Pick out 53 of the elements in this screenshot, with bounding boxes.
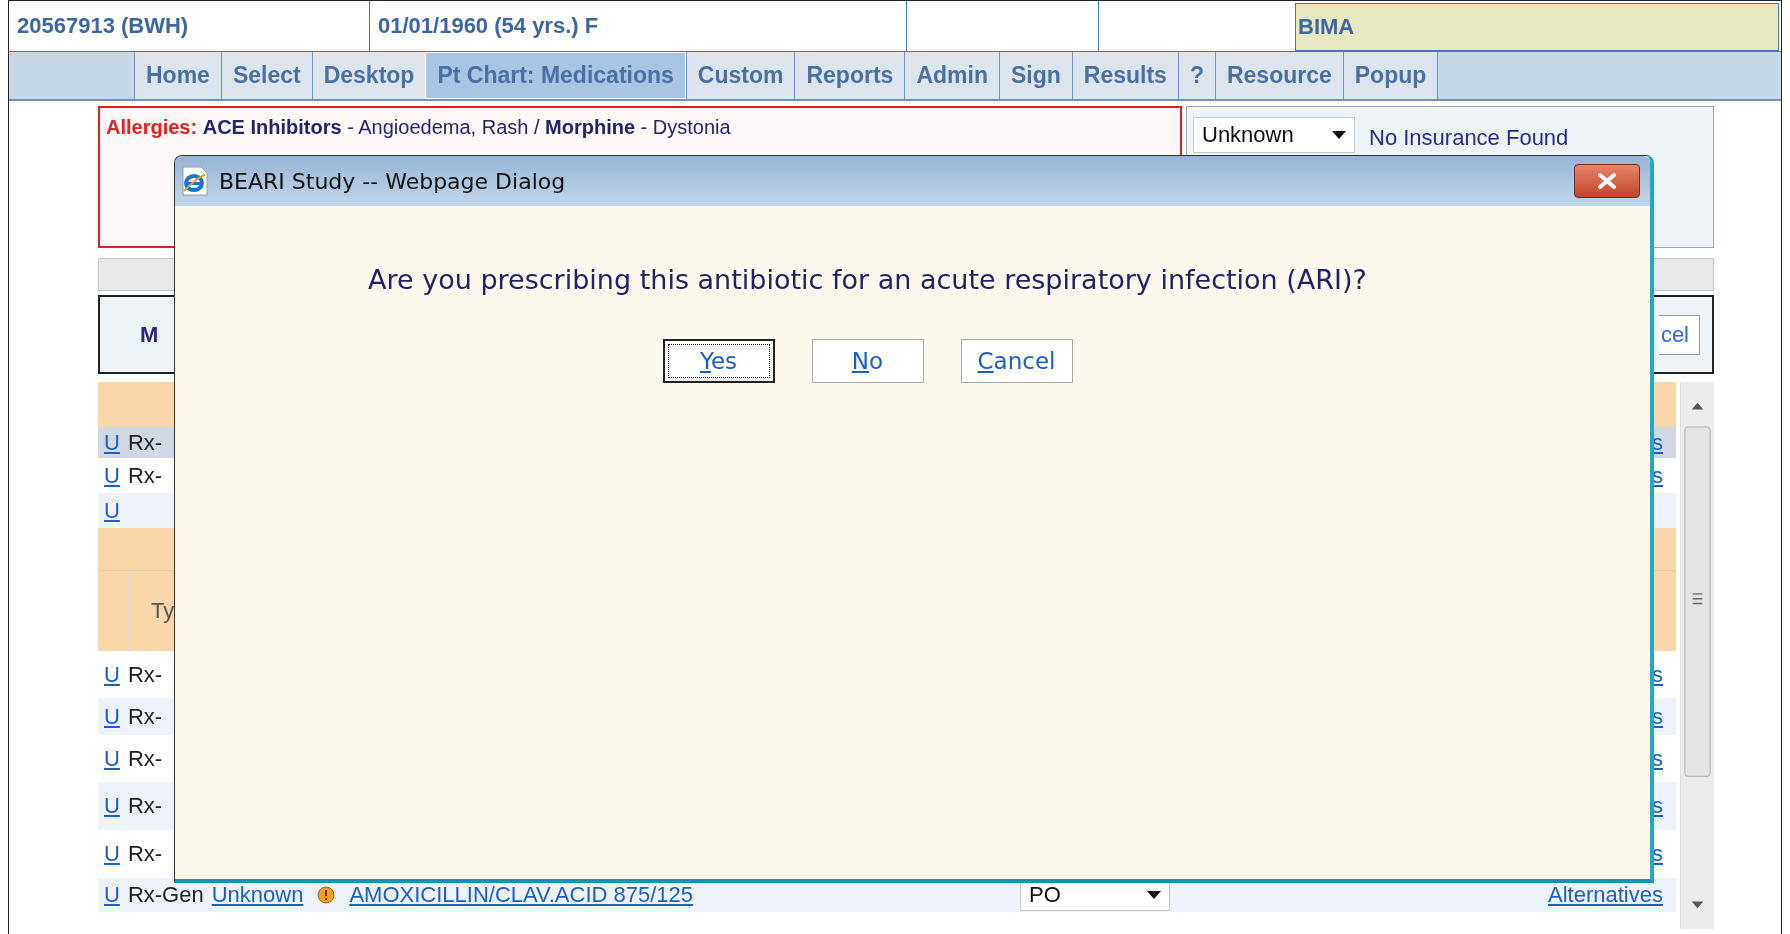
nav-tab[interactable]: Admin bbox=[904, 52, 999, 99]
panel-button[interactable]: cel bbox=[1658, 314, 1700, 355]
dropdown-arrow-icon bbox=[1332, 131, 1346, 139]
update-link[interactable]: U bbox=[104, 429, 120, 456]
rx-type: Rx- bbox=[127, 462, 163, 489]
rx-type: Rx- bbox=[127, 661, 163, 688]
rx-type: Rx- bbox=[127, 429, 163, 456]
nav-tab[interactable]: Select bbox=[220, 52, 312, 99]
dialog-button[interactable]: Yes bbox=[662, 339, 775, 383]
nav-tab[interactable]: Results bbox=[1071, 52, 1178, 99]
close-icon bbox=[1595, 172, 1619, 190]
dialog-title: BEARI Study -- Webpage Dialog bbox=[219, 168, 567, 194]
update-link[interactable]: U bbox=[104, 497, 120, 524]
nav-tab[interactable]: Desktop bbox=[311, 52, 426, 99]
nav-tab[interactable]: Resource bbox=[1214, 52, 1343, 99]
scrollbar[interactable] bbox=[1680, 382, 1714, 929]
warning-icon bbox=[317, 886, 336, 904]
nav-tab[interactable]: Popup bbox=[1342, 52, 1439, 99]
insurance-status: No Insurance Found bbox=[1369, 125, 1569, 151]
coverage-select[interactable]: Unknown bbox=[1193, 117, 1355, 153]
rx-type: Rx-Gen bbox=[127, 882, 204, 908]
update-link[interactable]: U bbox=[104, 793, 120, 819]
rx-type: Rx- bbox=[127, 703, 163, 730]
update-link[interactable]: U bbox=[104, 462, 120, 489]
browser-icon bbox=[181, 166, 209, 196]
update-link[interactable]: U bbox=[104, 661, 120, 688]
drug-link[interactable]: AMOXICILLIN/CLAV.ACID 875/125 bbox=[349, 882, 694, 908]
dropdown-arrow-icon bbox=[1147, 891, 1162, 899]
dialog-button[interactable]: Cancel bbox=[960, 339, 1073, 383]
dialog-message: Are you prescribing this antibiotic for an acute respiratory infection (ARI)? bbox=[368, 264, 1367, 295]
rx-type: Rx- bbox=[127, 793, 163, 819]
dialog-button[interactable]: No bbox=[811, 339, 924, 383]
alternatives-link[interactable]: Alternatives bbox=[1548, 882, 1663, 908]
patient-id: 20567913 (BWH) bbox=[9, 1, 370, 51]
update-link[interactable]: U bbox=[104, 703, 120, 730]
panel-title: M bbox=[140, 321, 159, 348]
update-link[interactable]: U bbox=[104, 745, 120, 772]
nav-tab[interactable]: Home bbox=[134, 52, 221, 99]
nav-tab[interactable]: Reports bbox=[794, 52, 905, 99]
nav-tab[interactable]: Sign bbox=[998, 52, 1072, 99]
update-link[interactable]: U bbox=[104, 882, 120, 908]
rx-type: Rx- bbox=[127, 745, 163, 772]
site-label: BIMA bbox=[1295, 3, 1779, 51]
close-button[interactable] bbox=[1574, 164, 1640, 198]
nav-tab[interactable]: ? bbox=[1177, 52, 1215, 99]
patient-info: 01/01/1960 (54 yrs.) F bbox=[370, 1, 907, 51]
update-link[interactable]: U bbox=[104, 841, 120, 867]
allergy-text: Allergies: ACE Inhibitors - Angioedema, Rash / Morphine - Dystonia bbox=[106, 116, 732, 139]
status-link[interactable]: Unknown bbox=[211, 882, 304, 908]
nav-tab[interactable]: Pt Chart: Medications bbox=[425, 52, 686, 99]
column-header: Ty bbox=[151, 598, 175, 624]
nav-tab[interactable]: Custom bbox=[685, 52, 795, 99]
rx-type: Rx- bbox=[127, 841, 163, 867]
